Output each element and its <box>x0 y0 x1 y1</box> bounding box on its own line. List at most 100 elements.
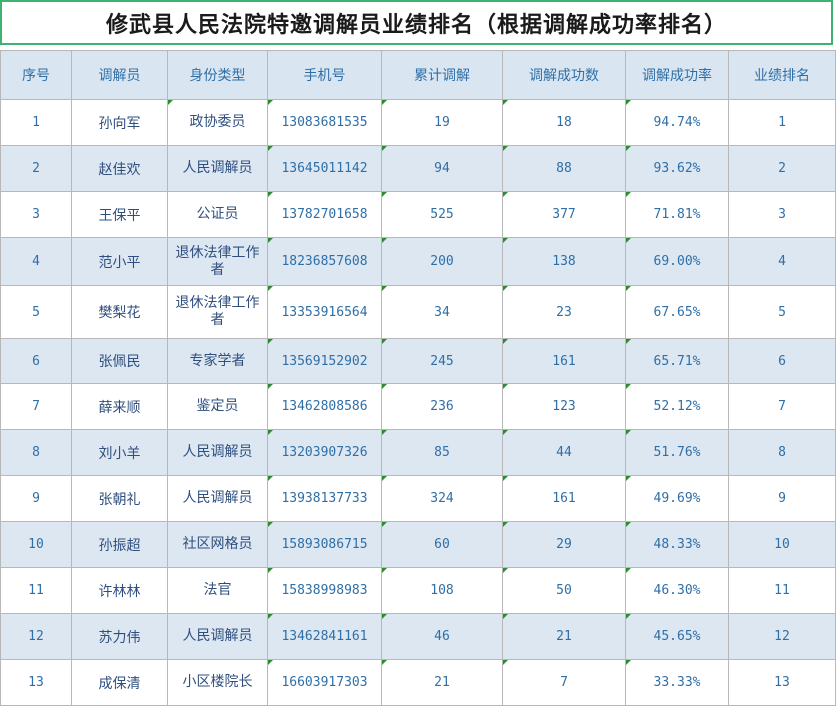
cell-success[interactable]: 23 <box>502 285 626 339</box>
cell-rank[interactable]: 2 <box>728 145 836 192</box>
cell-rate[interactable]: 45.65% <box>625 613 729 660</box>
cell-no[interactable]: 8 <box>0 429 72 476</box>
cell-rank[interactable]: 3 <box>728 191 836 238</box>
cell-success[interactable]: 123 <box>502 383 626 430</box>
cell-type[interactable]: 法官 <box>167 567 268 614</box>
cell-total[interactable]: 236 <box>381 383 503 430</box>
cell-phone[interactable]: 13645011142 <box>267 145 382 192</box>
cell-phone[interactable]: 13353916564 <box>267 285 382 339</box>
cell-type[interactable]: 社区网格员 <box>167 521 268 568</box>
cell-rank[interactable]: 5 <box>728 285 836 339</box>
cell-phone[interactable]: 15893086715 <box>267 521 382 568</box>
cell-success[interactable]: 50 <box>502 567 626 614</box>
cell-success[interactable]: 21 <box>502 613 626 660</box>
cell-phone[interactable]: 13462808586 <box>267 383 382 430</box>
cell-total[interactable]: 108 <box>381 567 503 614</box>
cell-total[interactable]: 19 <box>381 99 503 146</box>
cell-rank[interactable]: 6 <box>728 338 836 384</box>
cell-rate[interactable]: 51.76% <box>625 429 729 476</box>
cell-name[interactable]: 张朝礼 <box>71 475 168 522</box>
cell-total[interactable]: 94 <box>381 145 503 192</box>
cell-no[interactable]: 4 <box>0 237 72 286</box>
cell-no[interactable]: 7 <box>0 383 72 430</box>
cell-total[interactable]: 34 <box>381 285 503 339</box>
cell-rank[interactable]: 10 <box>728 521 836 568</box>
cell-rate[interactable]: 49.69% <box>625 475 729 522</box>
cell-rank[interactable]: 1 <box>728 99 836 146</box>
header-no[interactable]: 序号 <box>0 50 72 100</box>
cell-phone[interactable]: 13569152902 <box>267 338 382 384</box>
cell-rate[interactable]: 94.74% <box>625 99 729 146</box>
cell-rate[interactable]: 65.71% <box>625 338 729 384</box>
cell-total[interactable]: 60 <box>381 521 503 568</box>
cell-no[interactable]: 3 <box>0 191 72 238</box>
cell-no[interactable]: 13 <box>0 659 72 706</box>
cell-total[interactable]: 324 <box>381 475 503 522</box>
cell-success[interactable]: 7 <box>502 659 626 706</box>
cell-no[interactable]: 2 <box>0 145 72 192</box>
cell-phone[interactable]: 18236857608 <box>267 237 382 286</box>
cell-no[interactable]: 10 <box>0 521 72 568</box>
cell-type[interactable]: 小区楼院长 <box>167 659 268 706</box>
cell-name[interactable]: 苏力伟 <box>71 613 168 660</box>
cell-type[interactable]: 人民调解员 <box>167 429 268 476</box>
cell-rate[interactable]: 52.12% <box>625 383 729 430</box>
cell-name[interactable]: 樊梨花 <box>71 285 168 339</box>
cell-name[interactable]: 刘小羊 <box>71 429 168 476</box>
cell-phone[interactable]: 15838998983 <box>267 567 382 614</box>
header-name[interactable]: 调解员 <box>71 50 168 100</box>
cell-type[interactable]: 鉴定员 <box>167 383 268 430</box>
cell-total[interactable]: 85 <box>381 429 503 476</box>
sheet-title-cell[interactable]: 修武县人民法院特邀调解员业绩排名（根据调解成功率排名） <box>0 0 833 45</box>
cell-rate[interactable]: 69.00% <box>625 237 729 286</box>
cell-name[interactable]: 王保平 <box>71 191 168 238</box>
cell-phone[interactable]: 13782701658 <box>267 191 382 238</box>
header-type[interactable]: 身份类型 <box>167 50 268 100</box>
cell-no[interactable]: 6 <box>0 338 72 384</box>
cell-rank[interactable]: 11 <box>728 567 836 614</box>
header-rate[interactable]: 调解成功率 <box>625 50 729 100</box>
header-rank[interactable]: 业绩排名 <box>728 50 836 100</box>
cell-name[interactable]: 范小平 <box>71 237 168 286</box>
cell-rank[interactable]: 12 <box>728 613 836 660</box>
cell-total[interactable]: 525 <box>381 191 503 238</box>
cell-type[interactable]: 专家学者 <box>167 338 268 384</box>
cell-success[interactable]: 18 <box>502 99 626 146</box>
cell-total[interactable]: 245 <box>381 338 503 384</box>
cell-success[interactable]: 44 <box>502 429 626 476</box>
header-total[interactable]: 累计调解 <box>381 50 503 100</box>
cell-name[interactable]: 张佩民 <box>71 338 168 384</box>
cell-success[interactable]: 161 <box>502 338 626 384</box>
cell-name[interactable]: 许林林 <box>71 567 168 614</box>
cell-success[interactable]: 377 <box>502 191 626 238</box>
cell-no[interactable]: 1 <box>0 99 72 146</box>
cell-rank[interactable]: 13 <box>728 659 836 706</box>
cell-total[interactable]: 200 <box>381 237 503 286</box>
cell-success[interactable]: 138 <box>502 237 626 286</box>
cell-rate[interactable]: 33.33% <box>625 659 729 706</box>
cell-phone[interactable]: 13083681535 <box>267 99 382 146</box>
cell-no[interactable]: 12 <box>0 613 72 660</box>
cell-no[interactable]: 9 <box>0 475 72 522</box>
cell-rank[interactable]: 7 <box>728 383 836 430</box>
cell-name[interactable]: 薛来顺 <box>71 383 168 430</box>
cell-type[interactable]: 人民调解员 <box>167 475 268 522</box>
cell-rank[interactable]: 8 <box>728 429 836 476</box>
cell-name[interactable]: 赵佳欢 <box>71 145 168 192</box>
cell-no[interactable]: 11 <box>0 567 72 614</box>
cell-phone[interactable]: 16603917303 <box>267 659 382 706</box>
cell-success[interactable]: 88 <box>502 145 626 192</box>
cell-rate[interactable]: 71.81% <box>625 191 729 238</box>
cell-success[interactable]: 161 <box>502 475 626 522</box>
cell-phone[interactable]: 13462841161 <box>267 613 382 660</box>
cell-total[interactable]: 46 <box>381 613 503 660</box>
cell-phone[interactable]: 13203907326 <box>267 429 382 476</box>
cell-success[interactable]: 29 <box>502 521 626 568</box>
cell-rate[interactable]: 93.62% <box>625 145 729 192</box>
cell-rate[interactable]: 48.33% <box>625 521 729 568</box>
cell-name[interactable]: 孙振超 <box>71 521 168 568</box>
cell-rate[interactable]: 46.30% <box>625 567 729 614</box>
cell-total[interactable]: 21 <box>381 659 503 706</box>
cell-rank[interactable]: 4 <box>728 237 836 286</box>
header-success[interactable]: 调解成功数 <box>502 50 626 100</box>
